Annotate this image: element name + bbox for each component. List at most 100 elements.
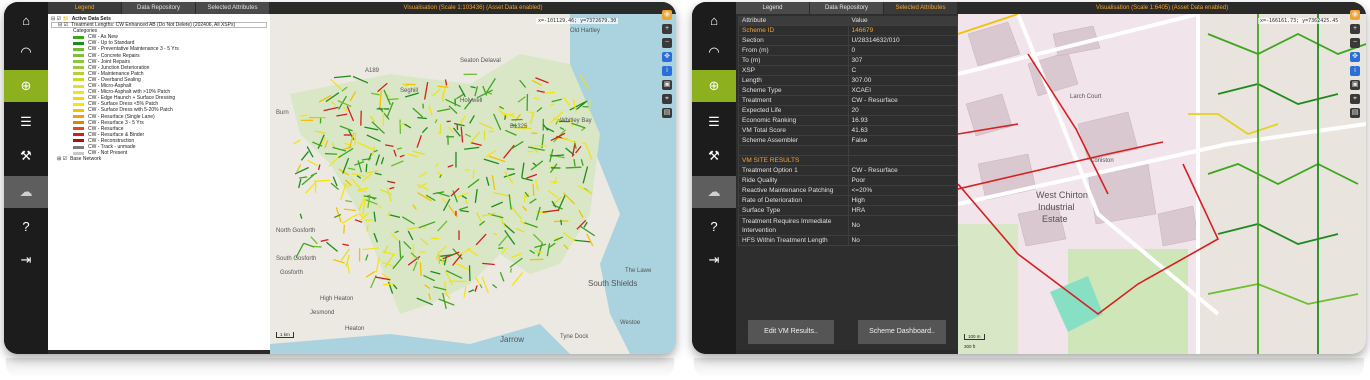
attribute-row[interactable]: Scheme ID 146679: [738, 26, 958, 36]
road-segment: [504, 115, 507, 120]
attribute-value: 307.00: [849, 76, 958, 85]
map-label: Gosforth: [280, 270, 303, 276]
data-button[interactable]: ☰: [692, 106, 736, 138]
attribute-row[interactable]: Economic Ranking 16.93: [738, 116, 958, 126]
measure-button[interactable]: ⌖: [662, 94, 672, 104]
logout-button[interactable]: ⇥: [692, 244, 736, 276]
attribute-row[interactable]: Scheme Assembler False: [738, 136, 958, 146]
map-view[interactable]: A189 Old Hartley Seaton Delaval Seghill …: [270, 14, 676, 354]
map-canvas[interactable]: West Chirton Industrial Estate Larch Cou…: [958, 14, 1366, 354]
category-swatch: [73, 84, 84, 88]
works-button[interactable]: ⚒: [692, 140, 736, 172]
attribute-value: <=20%: [849, 186, 958, 195]
attribute-name: HFS Within Treatment Length: [739, 236, 849, 245]
database-icon: ☰: [20, 114, 32, 129]
column-header: Value: [848, 16, 958, 25]
attribute-name: Section: [739, 36, 849, 45]
map-button[interactable]: ⊕: [4, 70, 48, 102]
print-button[interactable]: ▤: [1350, 108, 1360, 118]
tab-legend[interactable]: Legend: [736, 2, 810, 14]
tab-legend[interactable]: Legend: [48, 2, 122, 14]
legend-categories: CW - As New CW - Up to Standard CW - Preve…: [51, 34, 267, 156]
zoom-in-button[interactable]: +: [1350, 24, 1360, 34]
map-label: North Gosforth: [276, 228, 315, 234]
select-button[interactable]: ▣: [1350, 80, 1360, 90]
map-button[interactable]: ⊕: [692, 70, 736, 102]
pan-button[interactable]: ✥: [662, 52, 672, 62]
attribute-row[interactable]: Ride Quality Poor: [738, 176, 958, 186]
zoom-in-button[interactable]: +: [662, 24, 672, 34]
dashboard-button[interactable]: ◠: [4, 36, 48, 68]
edit-vm-results-button[interactable]: Edit VM Results..: [748, 320, 834, 344]
attribute-row[interactable]: Scheme Type XCAEI: [738, 86, 958, 96]
scheme-dashboard-button[interactable]: Scheme Dashboard..: [858, 320, 946, 344]
map-label: High Heaton: [320, 296, 353, 302]
cloud-button[interactable]: ☁: [4, 176, 48, 208]
cloud-button[interactable]: ☁: [692, 176, 736, 208]
home-button[interactable]: ⌂: [692, 4, 736, 36]
app-window-attributes: ⌂ ◠ ⊕ ☰ ⚒ ☁ ? ⇥ Legend Data Repository S…: [692, 2, 1366, 354]
attribute-name: Scheme Type: [739, 86, 849, 95]
category-swatch: [73, 35, 84, 39]
layers-button[interactable]: ◉: [662, 10, 672, 20]
help-button[interactable]: ?: [692, 210, 736, 242]
works-button[interactable]: ⚒: [4, 140, 48, 172]
attribute-row[interactable]: Surface Type HRA: [738, 206, 958, 216]
print-button[interactable]: ▤: [662, 108, 672, 118]
residential-area: [1198, 14, 1366, 354]
map-view[interactable]: West Chirton Industrial Estate Larch Cou…: [958, 14, 1366, 354]
attribute-row[interactable]: Treatment CW - Resurface: [738, 96, 958, 106]
attribute-row[interactable]: Treatment Requires Immediate Interventio…: [738, 216, 958, 236]
map-label: Old Hartley: [570, 28, 600, 34]
attribute-row[interactable]: From (m) 0: [738, 46, 958, 56]
attribute-row[interactable]: VM SITE RESULTS: [738, 156, 958, 166]
zoom-out-button[interactable]: −: [1350, 38, 1360, 48]
cloud-icon: ☁: [19, 184, 33, 199]
category-swatch: [73, 115, 84, 119]
home-icon: ⌂: [22, 12, 30, 28]
attribute-row[interactable]: Expected Life 20: [738, 106, 958, 116]
attribute-rows: Scheme ID 146679 Section U/28314632/010 From…: [738, 26, 958, 246]
layers-button[interactable]: ◉: [1350, 10, 1360, 20]
attribute-row[interactable]: Rate of Deterioration High: [738, 196, 958, 206]
attribute-row[interactable]: HFS Within Treatment Length No: [738, 236, 958, 246]
tab-selected-attributes[interactable]: Selected Attributes: [196, 2, 270, 14]
select-button[interactable]: ▣: [662, 80, 672, 90]
attribute-row[interactable]: Length 307.00: [738, 76, 958, 86]
attribute-name: Scheme ID: [739, 26, 849, 35]
attribute-row[interactable]: To (m) 307: [738, 56, 958, 66]
home-button[interactable]: ⌂: [4, 4, 48, 36]
category-swatch: [73, 66, 84, 70]
attribute-row[interactable]: [738, 146, 958, 156]
dashboard-button[interactable]: ◠: [692, 36, 736, 68]
attribute-row[interactable]: VM Total Score 41.63: [738, 126, 958, 136]
info-button[interactable]: i: [662, 66, 672, 76]
legend-base-layer[interactable]: ⊞ ☑ Base Network: [51, 156, 267, 162]
map-title: Visualisation (Scale 1:103436) (Asset Da…: [270, 2, 676, 14]
attribute-row[interactable]: Treatment Option 1 CW - Resurface: [738, 166, 958, 176]
help-icon: ?: [22, 218, 30, 234]
info-button[interactable]: i: [1350, 66, 1360, 76]
measure-button[interactable]: ⌖: [1350, 94, 1360, 104]
map-canvas[interactable]: A189 Old Hartley Seaton Delaval Seghill …: [270, 14, 676, 354]
logout-button[interactable]: ⇥: [4, 244, 48, 276]
speedometer-icon: ◠: [20, 44, 32, 59]
attribute-row[interactable]: Reactive Maintenance Patching <=20%: [738, 186, 958, 196]
tab-data-repository[interactable]: Data Repository: [122, 2, 196, 14]
attribute-name: Surface Type: [739, 206, 849, 215]
map-label: A189: [365, 68, 380, 74]
tab-data-repository[interactable]: Data Repository: [810, 2, 884, 14]
attribute-row[interactable]: Section U/28314632/010: [738, 36, 958, 46]
attribute-name: From (m): [739, 46, 849, 55]
attribute-row[interactable]: XSP C: [738, 66, 958, 76]
window-reflection: [694, 358, 1364, 378]
tab-selected-attributes[interactable]: Selected Attributes: [884, 2, 958, 14]
attribute-name: Rate of Deterioration: [739, 196, 849, 205]
zoom-out-button[interactable]: −: [662, 38, 672, 48]
scale-bar: 1 km: [276, 332, 294, 338]
map-label: Burn: [276, 110, 289, 116]
pan-button[interactable]: ✥: [1350, 52, 1360, 62]
data-button[interactable]: ☰: [4, 106, 48, 138]
scale-bar-imperial: 300 ft: [964, 344, 976, 349]
help-button[interactable]: ?: [4, 210, 48, 242]
